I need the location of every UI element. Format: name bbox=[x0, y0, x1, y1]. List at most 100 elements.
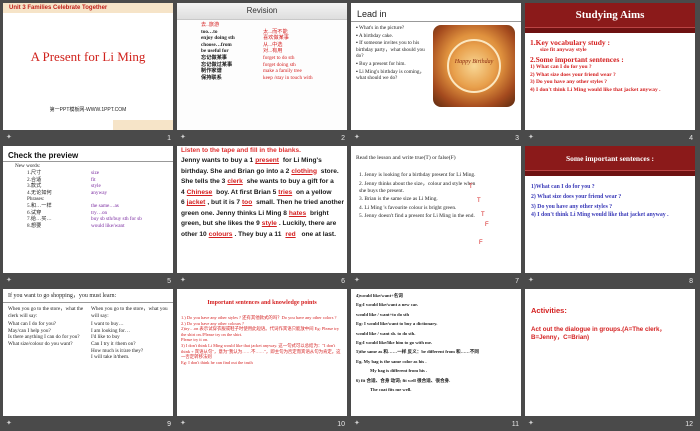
star-icon: ✦ bbox=[354, 420, 360, 427]
slide-title: Read the lesson and write true(T) or fal… bbox=[356, 155, 456, 161]
cloze-answer: present bbox=[255, 157, 280, 164]
row-cn: 喜欢做某事 bbox=[263, 35, 289, 42]
slide-9[interactable]: If you want to go shopping，you must lear… bbox=[3, 289, 173, 416]
slide-11[interactable]: 4)would like/want+名词 Eg:I would like/wan… bbox=[351, 289, 521, 416]
slide-number: 8 bbox=[689, 278, 693, 285]
birthday-cake-image: Happy Birthday bbox=[433, 25, 515, 107]
slide-thumb-11[interactable]: 4)would like/want+名词 Eg:I would like/wan… bbox=[351, 289, 521, 428]
slide-thumb-12[interactable]: Activities: Act out the dialogue in grou… bbox=[525, 289, 695, 428]
slide-4[interactable]: Studying Aims 1.Key vocabulary study : s… bbox=[525, 3, 695, 130]
lead-item: What's in the picture? bbox=[359, 25, 405, 31]
word-cn: 3.款式 bbox=[27, 183, 42, 190]
cloze-text: . They buy a 11 bbox=[234, 230, 282, 238]
lead-item: Li Ming's birthday is coming，what should… bbox=[356, 68, 425, 82]
slide-number: 3 bbox=[515, 135, 519, 142]
row-cn: make a family tree bbox=[263, 68, 302, 75]
slide-number: 6 bbox=[341, 278, 345, 285]
note-line: 1.) Do you have any other styles ? 还有其他款… bbox=[181, 315, 337, 320]
row-en: 去..旅游 bbox=[201, 22, 220, 28]
cloze-answer: too bbox=[241, 199, 253, 206]
clerk-line: What can I do for you? bbox=[8, 321, 56, 328]
aim-line: 1) What can I do for you ? bbox=[530, 64, 592, 70]
cloze-answer: style bbox=[261, 220, 277, 227]
aim-vocab: size fit anyway style bbox=[540, 47, 587, 53]
slide-number: 4 bbox=[689, 135, 693, 142]
slide-thumb-8[interactable]: Some important sentences : 1)What can I … bbox=[525, 146, 695, 285]
star-icon: ✦ bbox=[528, 420, 534, 427]
slide-number: 11 bbox=[511, 421, 519, 428]
slide-5[interactable]: Check the preview New words: 1.尺寸 size 2.… bbox=[3, 146, 173, 273]
subheading: New words: bbox=[15, 163, 41, 169]
slide-12[interactable]: Activities: Act out the dialogue in grou… bbox=[525, 289, 695, 416]
slide-thumb-1[interactable]: Unit 3 Families Celebrate Together A Pre… bbox=[3, 3, 173, 142]
tf-mark: T bbox=[481, 212, 485, 218]
cloze-answer: hates bbox=[288, 209, 307, 217]
word-cn: 4.无论如何 bbox=[27, 189, 52, 196]
sentence-line: 4) I don't think Li Ming would like that… bbox=[531, 212, 669, 218]
slide-thumb-2[interactable]: Revision 去..旅游 too…to 太...而不能 enjoy doing… bbox=[177, 3, 347, 142]
slide-thumb-10[interactable]: Important sentences and knowledge points… bbox=[177, 289, 347, 428]
aim-heading-1: 1.Key vocabulary study : bbox=[530, 38, 611, 47]
note-line: 2)try…on 表示试穿衣服或鞋子时使用此短语。代词作宾语只能放中间 Eg: … bbox=[181, 326, 340, 337]
note-line: Eg. My bag is the same color as his . bbox=[356, 358, 427, 364]
star-icon: ✦ bbox=[180, 420, 186, 427]
cloze-answer: Chinese bbox=[186, 188, 213, 196]
row-en: too…to bbox=[201, 28, 218, 35]
tf-mark: F bbox=[479, 240, 483, 246]
cloze-answer: colours bbox=[208, 230, 233, 238]
clerk-line: Is there anything I can do for you? bbox=[8, 334, 80, 341]
slide-thumb-6[interactable]: Listen to the tape and fill in the blank… bbox=[177, 146, 347, 285]
slide-number: 12 bbox=[685, 421, 693, 428]
aim-line: 4) I don't think Li Ming would like that… bbox=[530, 86, 661, 93]
slide-thumb-7[interactable]: Read the lesson and write true(T) or fal… bbox=[351, 146, 521, 285]
note-line: 3) I don't think Li Ming would like that… bbox=[181, 342, 341, 360]
star-icon: ✦ bbox=[6, 420, 12, 427]
row-cn: forget to do sth bbox=[263, 54, 295, 61]
slide-thumb-4[interactable]: Studying Aims 1.Key vocabulary study : s… bbox=[525, 3, 695, 142]
cloze-answer: tries bbox=[278, 188, 293, 196]
customer-heading: When you go to the store，what you will s… bbox=[91, 306, 168, 319]
slide-number: 9 bbox=[167, 421, 171, 428]
note-line: My bag is different from his . bbox=[370, 368, 428, 374]
slide-thumb-9[interactable]: If you want to go shopping，you must lear… bbox=[3, 289, 173, 428]
slide-6[interactable]: Listen to the tape and fill in the blank… bbox=[177, 146, 347, 273]
slide-title: Studying Aims bbox=[575, 9, 645, 21]
row-en: enjoy doing sth bbox=[201, 35, 235, 42]
slide-title: Check the preview bbox=[8, 151, 79, 160]
tf-item: 5. Jenny doesn't find a present for Li M… bbox=[359, 213, 475, 219]
slide-8[interactable]: Some important sentences : 1)What can I … bbox=[525, 146, 695, 273]
note-line: 5)the same as 和……一样 反义：be different from… bbox=[356, 349, 479, 355]
customer-line: I want to buy… bbox=[91, 321, 124, 328]
slide-number: 2 bbox=[341, 135, 345, 142]
row-en: 保持联系 bbox=[201, 74, 222, 81]
clerk-heading: When you go to the store，what the clerk … bbox=[8, 306, 84, 319]
sentence-line: 2) What size does your friend wear ? bbox=[531, 194, 622, 200]
customer-line: How much is it/are they? bbox=[91, 347, 144, 354]
lead-item: Buy a present for him. bbox=[359, 60, 406, 67]
cloze-text: one at last. bbox=[299, 230, 336, 238]
slide-1[interactable]: Unit 3 Families Celebrate Together A Pre… bbox=[3, 3, 173, 130]
tf-item: 1. Jenny is looking for a birthday prese… bbox=[359, 172, 476, 178]
slide-sorter-grid: Unit 3 Families Celebrate Together A Pre… bbox=[3, 3, 697, 428]
note-line: Eg: I would like/want to buy a dictionar… bbox=[356, 321, 438, 327]
note-line: Eg: I don't think he can find out the tr… bbox=[181, 359, 253, 365]
slide-3[interactable]: Lead in ▪ What's in the picture? ▪ A bir… bbox=[351, 3, 521, 130]
slide-thumb-3[interactable]: Lead in ▪ What's in the picture? ▪ A bir… bbox=[351, 3, 521, 142]
note-line: The coat fits me well. bbox=[370, 387, 412, 393]
tf-item: 3. Brian is the same size as Li Ming. bbox=[359, 196, 438, 202]
slide-number: 10 bbox=[337, 421, 345, 428]
row-cn: 对...有用 bbox=[263, 48, 283, 55]
tf-mark: T bbox=[477, 198, 481, 204]
slide-2[interactable]: Revision 去..旅游 too…to 太...而不能 enjoy doing… bbox=[177, 3, 347, 130]
slide-thumb-5[interactable]: Check the preview New words: 1.尺寸 size 2.… bbox=[3, 146, 173, 285]
word-en: size bbox=[91, 170, 100, 176]
slide-10[interactable]: Important sentences and knowledge points… bbox=[177, 289, 347, 416]
star-icon: ✦ bbox=[6, 277, 12, 284]
star-icon: ✦ bbox=[528, 134, 534, 141]
sentence-line: 3) Do you have any other styles ? bbox=[531, 204, 613, 210]
slide-title: Listen to the tape and fill in the blank… bbox=[181, 147, 301, 154]
slide-7[interactable]: Read the lesson and write true(T) or fal… bbox=[351, 146, 521, 273]
lead-item: If someone invites you to his birthday p… bbox=[356, 40, 425, 60]
customer-line: I'd like to buy bbox=[91, 334, 120, 341]
slide-title: Some important sentences : bbox=[565, 154, 655, 163]
